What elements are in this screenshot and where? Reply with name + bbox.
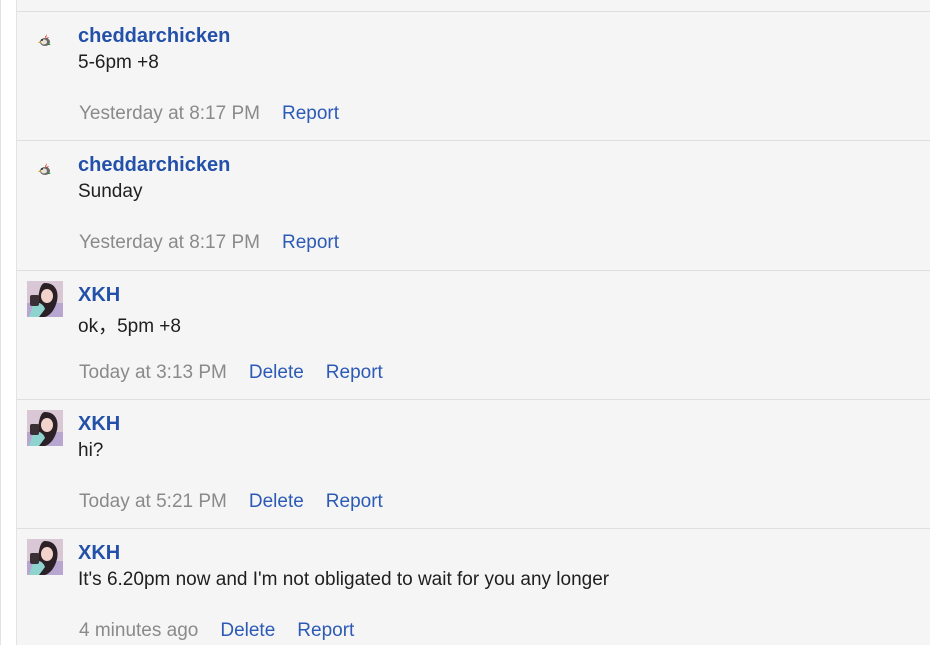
report-link[interactable]: Report bbox=[282, 103, 339, 124]
message-text: Sunday bbox=[78, 181, 143, 202]
report-link[interactable]: Report bbox=[326, 491, 383, 512]
report-link[interactable]: Report bbox=[282, 232, 339, 253]
message-author[interactable]: XKH bbox=[78, 542, 120, 565]
message-text: ok，5pm +8 bbox=[78, 316, 181, 337]
message-author[interactable]: XKH bbox=[78, 413, 120, 436]
message-timestamp: Today at 3:13 PM bbox=[79, 362, 227, 383]
chicken-avatar-icon[interactable] bbox=[37, 161, 53, 177]
message-text: It's 6.20pm now and I'm not obligated to… bbox=[78, 569, 610, 590]
message-author[interactable]: cheddarchicken bbox=[78, 154, 230, 177]
message-timestamp: Today at 5:21 PM bbox=[79, 491, 227, 512]
message-item: XKH hi? Today at 5:21 PM Delete Report bbox=[17, 399, 930, 528]
message-meta: Yesterday at 8:17 PM Report bbox=[79, 232, 361, 254]
message-author[interactable]: cheddarchicken bbox=[78, 25, 230, 48]
message-text: 5-6pm +8 bbox=[78, 52, 159, 73]
message-timestamp: Yesterday at 8:17 PM bbox=[79, 103, 260, 124]
message-text: hi? bbox=[78, 440, 104, 461]
message-author[interactable]: XKH bbox=[78, 284, 120, 307]
message-item: XKH It's 6.20pm now and I'm not obligate… bbox=[17, 528, 930, 645]
page-left-rule bbox=[0, 0, 1, 645]
user-photo-avatar[interactable] bbox=[27, 410, 63, 446]
message-item: XKH ok，5pm +8 Today at 3:13 PM Delete Repo… bbox=[17, 270, 930, 399]
message-thread: cheddarchicken 5-6pm +8 Yesterday at 8:1… bbox=[16, 0, 930, 645]
message-meta: Yesterday at 8:17 PM Report bbox=[79, 103, 361, 125]
message-meta: Today at 3:13 PM Delete Report bbox=[79, 362, 405, 384]
delete-link[interactable]: Delete bbox=[249, 362, 304, 383]
message-item: cheddarchicken 5-6pm +8 Yesterday at 8:1… bbox=[17, 11, 930, 140]
delete-link[interactable]: Delete bbox=[220, 620, 275, 641]
report-link[interactable]: Report bbox=[326, 362, 383, 383]
message-meta: Today at 5:21 PM Delete Report bbox=[79, 491, 405, 513]
user-photo-avatar[interactable] bbox=[27, 281, 63, 317]
user-photo-avatar[interactable] bbox=[27, 539, 63, 575]
message-timestamp: Yesterday at 8:17 PM bbox=[79, 232, 260, 253]
message-timestamp: 4 minutes ago bbox=[79, 620, 199, 641]
message-meta: 4 minutes ago Delete Report bbox=[79, 620, 376, 642]
chicken-avatar-icon[interactable] bbox=[37, 32, 53, 48]
report-link[interactable]: Report bbox=[297, 620, 354, 641]
delete-link[interactable]: Delete bbox=[249, 491, 304, 512]
message-item: cheddarchicken Sunday Yesterday at 8:17 … bbox=[17, 140, 930, 269]
